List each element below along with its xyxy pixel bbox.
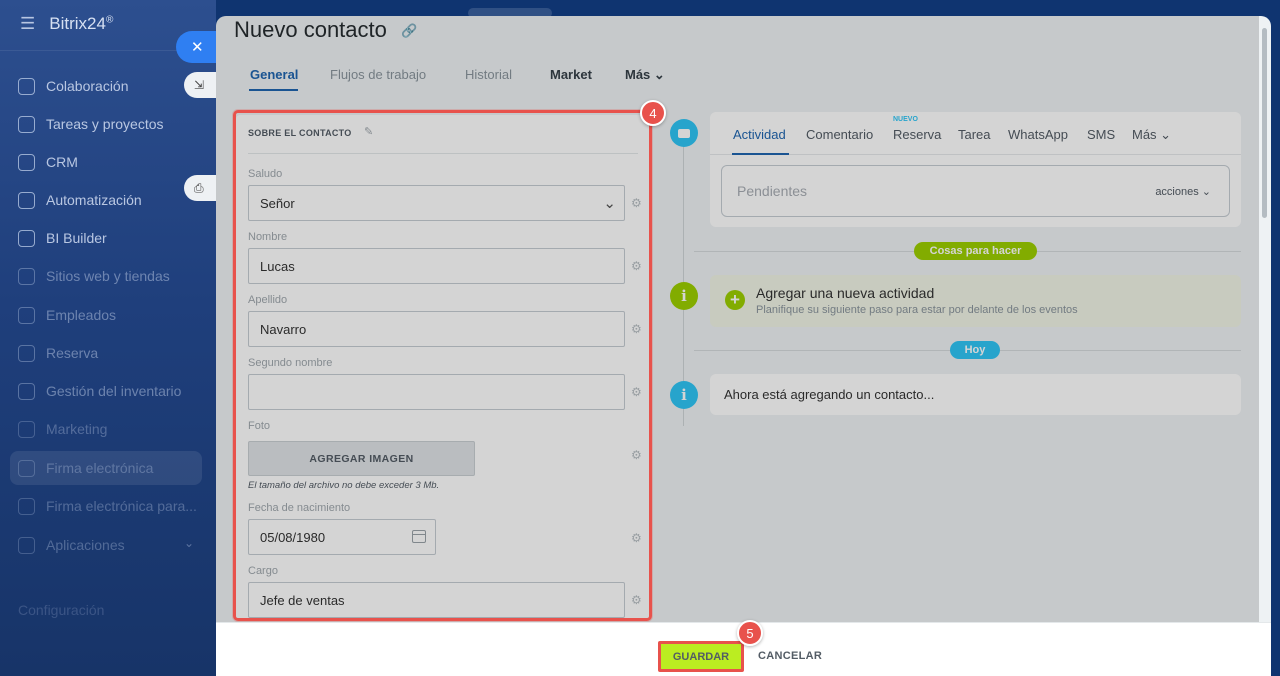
sidebar-item-crm[interactable]: CRM — [18, 150, 78, 174]
print-icon[interactable]: ⎙ — [184, 175, 218, 201]
close-icon[interactable]: ✕ — [176, 31, 220, 63]
chat-bubbles-icon — [18, 77, 35, 95]
expand-icon[interactable]: ⇲ — [184, 72, 218, 98]
chevron-down-icon[interactable]: ⌄ — [184, 536, 194, 550]
filter-icon — [18, 153, 35, 171]
sidebar-item-inventario[interactable]: Gestión del inventario — [18, 379, 181, 403]
box-icon — [18, 382, 35, 400]
form-highlight-frame — [233, 110, 652, 621]
scrollbar[interactable] — [1262, 28, 1267, 218]
sidebar-item-firma[interactable]: Firma electrónica — [18, 456, 153, 480]
document-sign-icon — [18, 497, 35, 515]
sidebar-item-empleados[interactable]: Empleados — [18, 303, 116, 327]
grid-icon — [18, 536, 35, 554]
cart-icon — [18, 267, 35, 285]
sidebar-item-aplicaciones[interactable]: Aplicaciones — [18, 533, 125, 557]
sidebar-item-bi-builder[interactable]: BI Builder — [18, 226, 107, 250]
save-button[interactable]: GUARDAR — [658, 641, 744, 672]
sidebar-item-firma-para[interactable]: Firma electrónica para... — [18, 494, 197, 518]
cancel-button[interactable]: CANCELAR — [758, 650, 822, 662]
sidebar-item-colaboracion[interactable]: Colaboración — [18, 74, 129, 98]
target-icon — [18, 420, 35, 438]
calendar-icon — [18, 344, 35, 362]
sidebar-item-configuracion[interactable]: Configuración — [18, 602, 104, 618]
sidebar-item-automatizacion[interactable]: Automatización — [18, 188, 142, 212]
sidebar-item-reserva[interactable]: Reserva — [18, 341, 98, 365]
bar-chart-icon — [18, 229, 35, 247]
sidebar-item-marketing[interactable]: Marketing — [18, 417, 107, 441]
checkbox-icon — [18, 115, 35, 133]
people-icon — [18, 306, 35, 324]
step-badge-5: 5 — [737, 620, 763, 646]
menu-icon[interactable]: ☰ — [20, 14, 35, 34]
sidebar-item-sitios[interactable]: Sitios web y tiendas — [18, 264, 170, 288]
sidebar-item-tareas[interactable]: Tareas y proyectos — [18, 112, 164, 136]
logo[interactable]: Bitrix24® — [49, 14, 113, 34]
pen-icon — [18, 459, 35, 477]
left-sidebar: ☰ Bitrix24® Colaboración Tareas y proyec… — [0, 0, 216, 676]
robot-icon — [18, 191, 35, 209]
step-badge-4: 4 — [640, 100, 666, 126]
